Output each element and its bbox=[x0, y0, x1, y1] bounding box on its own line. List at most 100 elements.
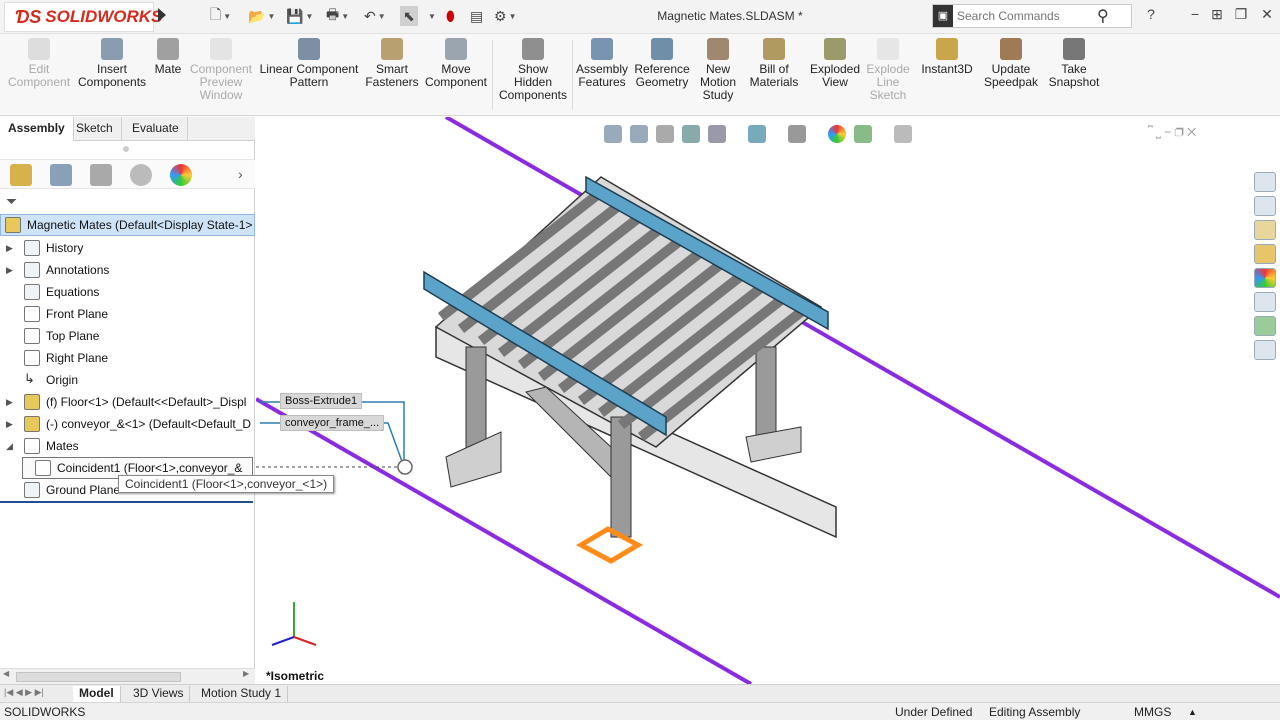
instant3d-button[interactable]: Instant3D bbox=[918, 38, 976, 76]
forum-icon[interactable] bbox=[1254, 340, 1276, 360]
tree-item-top-plane[interactable]: Top Plane bbox=[0, 325, 255, 347]
scroll-left-icon[interactable]: ◀ bbox=[3, 669, 9, 678]
exploded-view-button[interactable]: Exploded View bbox=[808, 38, 862, 89]
apply-scene-icon[interactable] bbox=[854, 125, 872, 143]
tree-item-floor[interactable]: ▶ (f) Floor<1> (Default<<Default>_Displ bbox=[0, 391, 255, 413]
previous-view-icon[interactable] bbox=[656, 125, 674, 143]
callout-conveyor-frame[interactable]: conveyor_frame_... bbox=[280, 415, 385, 431]
graphics-viewport[interactable]: ⎴ ⎵ − ❐ ✕ bbox=[256, 117, 1280, 684]
viewport-window-controls[interactable]: ⎴ ⎵ − ❐ ✕ bbox=[1148, 125, 1196, 140]
component-preview-window-button[interactable]: Component Preview Window bbox=[188, 38, 254, 102]
restore-icon[interactable]: ❐ bbox=[1230, 6, 1252, 23]
expand-arrow-icon[interactable]: ▶ bbox=[6, 397, 14, 408]
instant3d-icon bbox=[936, 38, 958, 60]
update-speedpak-button[interactable]: Update Speedpak bbox=[982, 38, 1040, 89]
search-scope-icon[interactable]: ▣ bbox=[933, 5, 953, 27]
tab-evaluate[interactable]: Evaluate bbox=[124, 117, 188, 141]
edit-appearance-icon[interactable] bbox=[828, 125, 846, 143]
plane-icon bbox=[24, 306, 40, 322]
tree-item-annotations[interactable]: ▶ Annotations bbox=[0, 259, 255, 281]
reference-geometry-button[interactable]: Reference Geometry bbox=[632, 38, 692, 89]
exploded-view-icon bbox=[824, 38, 846, 60]
file-explorer-icon[interactable] bbox=[1254, 220, 1276, 240]
tile-icon[interactable]: ⊞ bbox=[1206, 6, 1228, 23]
pattern-icon bbox=[298, 38, 320, 60]
scrollbar-thumb[interactable] bbox=[16, 672, 181, 682]
solidworks-resources-icon[interactable] bbox=[1254, 316, 1276, 336]
search-input[interactable] bbox=[957, 9, 1097, 23]
close-icon[interactable]: ✕ bbox=[1256, 6, 1278, 23]
move-component-button[interactable]: Move Component bbox=[424, 38, 488, 89]
dimxpert-icon[interactable] bbox=[130, 164, 152, 186]
minimize-icon[interactable]: − bbox=[1184, 6, 1206, 22]
filter-icon[interactable]: ⏷ bbox=[6, 193, 17, 210]
dynamic-annotation-icon[interactable] bbox=[708, 125, 726, 143]
bill-of-materials-button[interactable]: Bill of Materials bbox=[746, 38, 802, 89]
display-style-icon[interactable] bbox=[788, 125, 806, 143]
expand-arrow-icon[interactable]: ▶ bbox=[6, 419, 14, 430]
tree-item-history[interactable]: ▶ History bbox=[0, 237, 255, 259]
show-hidden-components-button[interactable]: Show Hidden Components bbox=[498, 38, 568, 102]
tab-3d-views[interactable]: 3D Views bbox=[127, 686, 191, 702]
tab-nav-icons[interactable]: |◀ ◀ ▶ ▶| bbox=[4, 687, 44, 698]
explode-line-sketch-button[interactable]: Explode Line Sketch bbox=[866, 38, 910, 102]
view-settings-icon[interactable] bbox=[894, 125, 912, 143]
expand-arrow-icon[interactable]: ▶ bbox=[6, 243, 14, 254]
tree-item-right-plane[interactable]: Right Plane bbox=[0, 347, 255, 369]
mate-button[interactable]: Mate bbox=[150, 38, 186, 76]
property-manager-icon[interactable] bbox=[50, 164, 72, 186]
conveyor-model[interactable] bbox=[423, 175, 837, 564]
tab-model[interactable]: Model bbox=[73, 686, 121, 702]
tree-item-conveyor[interactable]: ▶ (-) conveyor_&<1> (Default<Default_D bbox=[0, 413, 255, 435]
tree-item-tooltip: Coincident1 (Floor<1>,conveyor_<1>) bbox=[118, 475, 335, 493]
zoom-to-fit-icon[interactable] bbox=[604, 125, 622, 143]
new-motion-study-button[interactable]: New Motion Study bbox=[696, 38, 740, 102]
tree-item-origin[interactable]: ↳ Origin bbox=[0, 369, 255, 391]
feature-manager-panel: › ⏷ Magnetic Mates (Default<Display Stat… bbox=[0, 141, 255, 684]
status-app-name: SOLIDWORKS bbox=[4, 705, 86, 719]
ribbon-separator bbox=[572, 40, 573, 110]
rollback-bar[interactable] bbox=[0, 501, 253, 503]
search-commands[interactable]: ▣ ⚲ bbox=[932, 4, 1132, 28]
tab-sketch[interactable]: Sketch bbox=[68, 117, 122, 141]
tree-item-equations[interactable]: Equations bbox=[0, 281, 255, 303]
section-view-icon[interactable] bbox=[682, 125, 700, 143]
scroll-right-icon[interactable]: ▶ bbox=[243, 669, 249, 678]
custom-properties-icon[interactable] bbox=[1254, 292, 1276, 312]
tree-root-assembly[interactable]: Magnetic Mates (Default<Display State-1> bbox=[0, 214, 255, 236]
horizontal-scrollbar[interactable]: ◀ ▶ bbox=[0, 668, 255, 684]
assembly-features-button[interactable]: Assembly Features bbox=[576, 38, 628, 89]
status-units[interactable]: MMGS bbox=[1134, 705, 1171, 719]
expand-arrow-icon[interactable]: ▶ bbox=[6, 265, 14, 276]
insert-components-button[interactable]: Insert Components bbox=[78, 38, 146, 89]
view-palette-icon[interactable] bbox=[1254, 244, 1276, 264]
tab-assembly[interactable]: Assembly bbox=[0, 117, 74, 141]
plane-icon bbox=[24, 328, 40, 344]
smart-fasteners-button[interactable]: Smart Fasteners bbox=[364, 38, 420, 89]
search-icon[interactable]: ⚲ bbox=[1097, 6, 1109, 26]
help-icon[interactable]: ? bbox=[1140, 6, 1162, 22]
tab-motion-study[interactable]: Motion Study 1 bbox=[195, 686, 289, 702]
callout-boss-extrude[interactable]: Boss-Extrude1 bbox=[280, 393, 363, 409]
panel-grip-icon[interactable] bbox=[123, 146, 129, 152]
take-snapshot-button[interactable]: Take Snapshot bbox=[1044, 38, 1104, 89]
zoom-to-area-icon[interactable] bbox=[630, 125, 648, 143]
view-orientation-icon[interactable] bbox=[748, 125, 766, 143]
feature-manager-icon[interactable] bbox=[10, 164, 32, 186]
chevron-right-icon[interactable]: › bbox=[238, 166, 243, 182]
tree-item-front-plane[interactable]: Front Plane bbox=[0, 303, 255, 325]
units-dropdown-icon[interactable]: ▲ bbox=[1188, 707, 1197, 717]
configuration-manager-icon[interactable] bbox=[90, 164, 112, 186]
ground-plane-icon bbox=[24, 482, 40, 498]
home-icon[interactable] bbox=[1254, 172, 1276, 192]
edit-component-button[interactable]: Edit Component bbox=[8, 38, 70, 89]
mate-connector-icon[interactable] bbox=[397, 459, 413, 475]
appearances-icon[interactable] bbox=[1254, 268, 1276, 288]
bom-icon bbox=[763, 38, 785, 60]
display-manager-icon[interactable] bbox=[170, 164, 192, 186]
linear-component-pattern-button[interactable]: Linear Component Pattern bbox=[258, 38, 360, 89]
collapse-arrow-icon[interactable]: ◢ bbox=[6, 441, 14, 452]
preview-window-icon bbox=[210, 38, 232, 60]
design-library-icon[interactable] bbox=[1254, 196, 1276, 216]
tree-item-mates[interactable]: ◢ Mates bbox=[0, 435, 255, 457]
